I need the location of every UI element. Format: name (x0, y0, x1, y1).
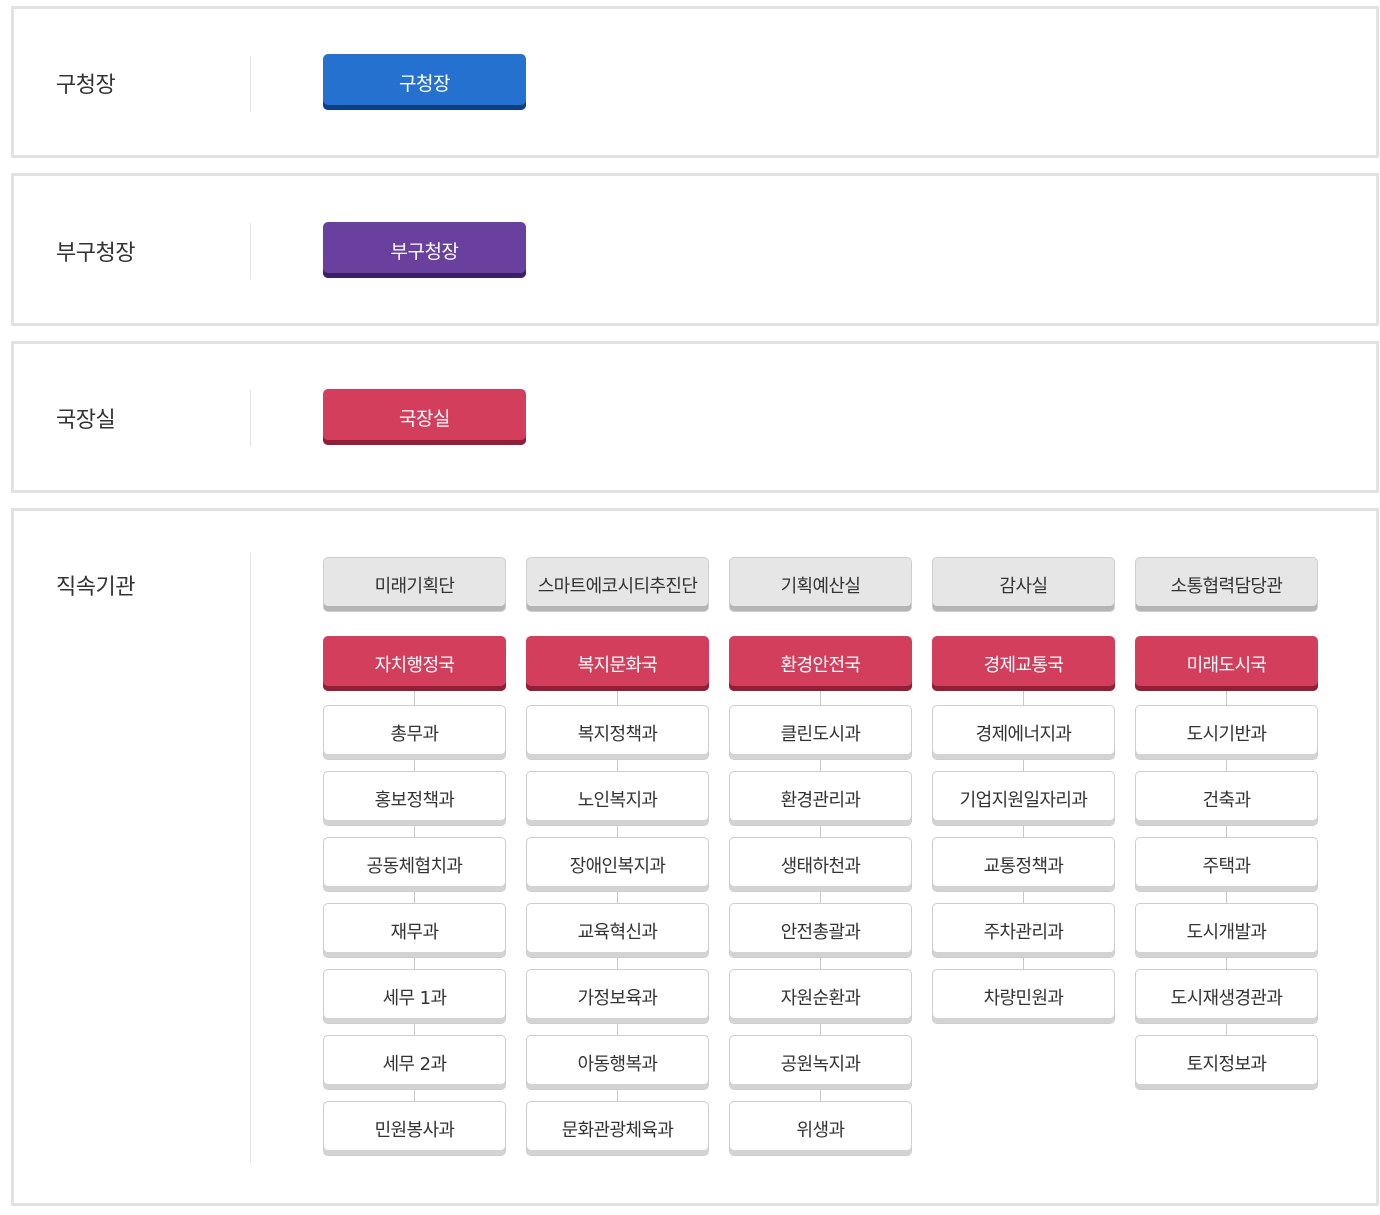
bureau-button[interactable]: 환경안전국 (729, 636, 912, 691)
mayor-panel: 구청장 구청장 (11, 6, 1379, 158)
department-button[interactable]: 클린도시과 (729, 705, 912, 760)
department-button[interactable]: 세무 2과 (323, 1035, 506, 1090)
bureau-button[interactable]: 미래도시국 (1135, 636, 1318, 691)
bureau-button[interactable]: 경제교통국 (932, 636, 1115, 691)
deputy-section-label: 부구청장 (56, 241, 135, 266)
department-button[interactable]: 민원봉사과 (323, 1101, 506, 1156)
department-button[interactable]: 세무 1과 (323, 969, 506, 1024)
section-divider (250, 56, 251, 112)
department-button[interactable]: 차량민원과 (932, 969, 1115, 1024)
department-button[interactable]: 기업지원일자리과 (932, 771, 1115, 826)
department-button[interactable]: 공원녹지과 (729, 1035, 912, 1090)
department-button[interactable]: 도시재생경관과 (1135, 969, 1318, 1024)
director-section-label: 국장실 (56, 408, 116, 433)
department-button[interactable]: 주차관리과 (932, 903, 1115, 958)
department-button[interactable]: 주택과 (1135, 837, 1318, 892)
department-button[interactable]: 공동체협치과 (323, 837, 506, 892)
department-button[interactable]: 도시개발과 (1135, 903, 1318, 958)
department-button[interactable]: 교육혁신과 (526, 903, 709, 958)
department-button[interactable]: 장애인복지과 (526, 837, 709, 892)
department-button[interactable]: 아동행복과 (526, 1035, 709, 1090)
director-button[interactable]: 국장실 (323, 389, 526, 445)
direct-office-button[interactable]: 기획예산실 (729, 557, 912, 612)
department-button[interactable]: 생태하천과 (729, 837, 912, 892)
department-button[interactable]: 경제에너지과 (932, 705, 1115, 760)
direct-office-button[interactable]: 미래기획단 (323, 557, 506, 612)
section-divider (250, 223, 251, 279)
direct-office-button[interactable]: 소통협력담당관 (1135, 557, 1318, 612)
department-button[interactable]: 안전총괄과 (729, 903, 912, 958)
agencies-panel: 직속기관 미래기획단 스마트에코시티추진단 기획예산실 감사실 소통협력담당관자치행정국… (11, 508, 1379, 1206)
direct-office-button[interactable]: 감사실 (932, 557, 1115, 612)
department-button[interactable]: 도시기반과 (1135, 705, 1318, 760)
department-button[interactable]: 건축과 (1135, 771, 1318, 826)
direct-office-button[interactable]: 스마트에코시티추진단 (526, 557, 709, 612)
deputy-panel: 부구청장 부구청장 (11, 173, 1379, 326)
section-divider (250, 390, 251, 446)
department-button[interactable]: 위생과 (729, 1101, 912, 1156)
deputy-button[interactable]: 부구청장 (323, 222, 526, 278)
bureau-button[interactable]: 자치행정국 (323, 636, 506, 691)
department-button[interactable]: 노인복지과 (526, 771, 709, 826)
director-panel: 국장실 국장실 (11, 341, 1379, 493)
department-button[interactable]: 환경관리과 (729, 771, 912, 826)
department-button[interactable]: 총무과 (323, 705, 506, 760)
mayor-button[interactable]: 구청장 (323, 54, 526, 110)
department-button[interactable]: 자원순환과 (729, 969, 912, 1024)
department-button[interactable]: 문화관광체육과 (526, 1101, 709, 1156)
department-button[interactable]: 복지정책과 (526, 705, 709, 760)
mayor-section-label: 구청장 (56, 73, 116, 98)
department-button[interactable]: 재무과 (323, 903, 506, 958)
section-divider (250, 553, 251, 1163)
department-button[interactable]: 가정보육과 (526, 969, 709, 1024)
agencies-section-label: 직속기관 (56, 575, 135, 600)
department-button[interactable]: 홍보정책과 (323, 771, 506, 826)
department-button[interactable]: 토지정보과 (1135, 1035, 1318, 1090)
bureau-button[interactable]: 복지문화국 (526, 636, 709, 691)
department-button[interactable]: 교통정책과 (932, 837, 1115, 892)
